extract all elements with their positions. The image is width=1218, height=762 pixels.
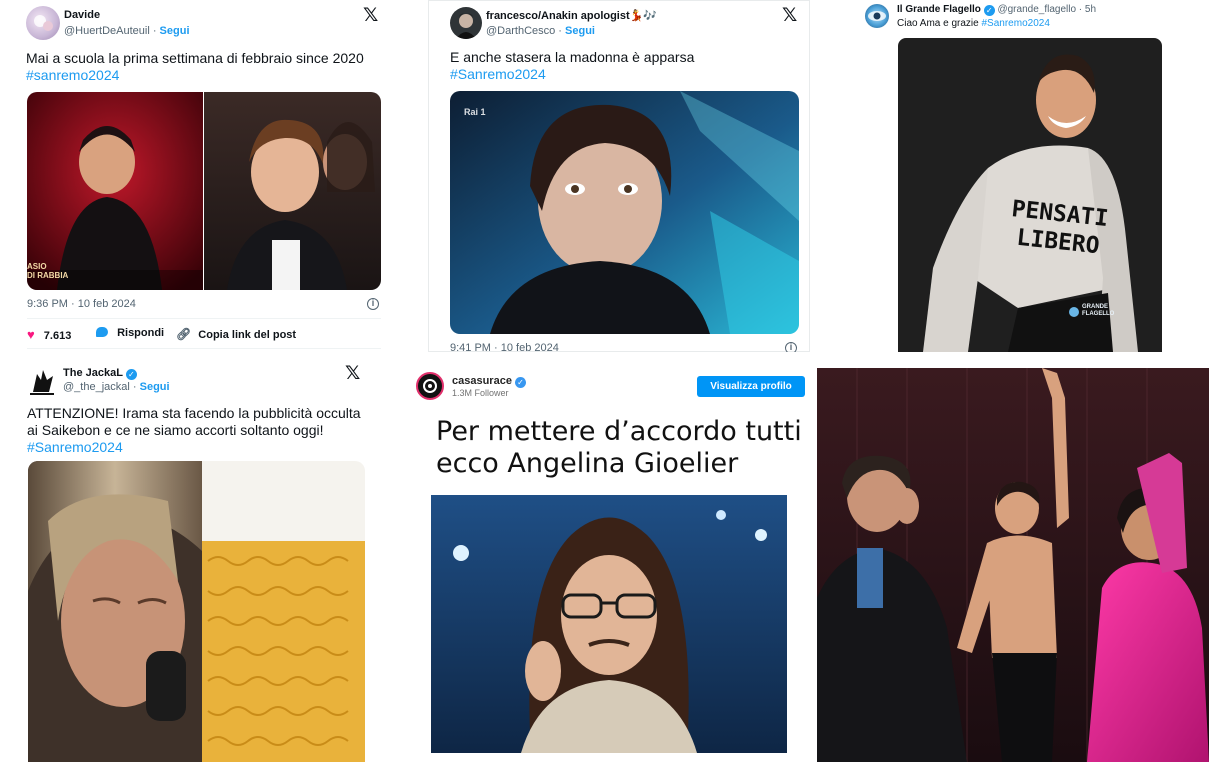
hashtag-link[interactable]: #Sanremo2024 — [450, 66, 546, 82]
verified-badge-icon: ✓ — [515, 377, 527, 388]
follower-count: 1.3M Follower — [452, 388, 509, 398]
follow-button[interactable]: Segui — [565, 25, 595, 37]
view-profile-button[interactable]: Visualizza profilo — [697, 376, 805, 397]
x-logo-icon[interactable]: 𝕏 — [363, 4, 378, 26]
author-handle[interactable]: @DarthCesco — [486, 25, 555, 37]
post-headline: Per mettere d’accordo tutti ecco Angelin… — [436, 416, 802, 480]
heart-icon: ♥ — [27, 327, 35, 342]
tv-channel-logo: Rai 1 — [464, 107, 486, 117]
watermark: GRANDE FLAGELLO — [1082, 304, 1115, 317]
author-handle-line: @_the_jackal · Segui — [63, 381, 170, 393]
divider — [27, 348, 381, 349]
avatar[interactable] — [450, 7, 482, 39]
handle-separator: · — [555, 25, 566, 37]
reply-label: Rispondi — [117, 327, 165, 339]
name-emoji: 💃🎶 — [629, 10, 658, 22]
tweet-card-francesco: francesco/Anakin apologist💃🎶 @DarthCesco… — [428, 0, 810, 352]
headline-line-1: Per mettere d’accordo tutti — [436, 416, 802, 447]
verified-badge-icon: ✓ — [125, 369, 137, 380]
shirt-print: PENSATI LIBERO — [1010, 196, 1110, 260]
hashtag-link[interactable]: #Sanremo2024 — [982, 18, 1050, 29]
author-handle-line: @DarthCesco · Segui — [486, 25, 595, 37]
copy-link-button[interactable]: 🔗︎ Copia link del post — [176, 327, 296, 341]
headline-line-2: ecco Angelina Gioelier — [436, 448, 739, 479]
timestamp[interactable]: 9:36 PM · 10 feb 2024 — [27, 298, 136, 310]
x-logo-icon[interactable]: 𝕏 — [345, 362, 360, 384]
copy-link-label: Copia link del post — [198, 329, 297, 341]
tweet-media[interactable]: ASIO DI RABBIA — [27, 92, 381, 290]
author-name-line: The JackaL ✓ — [63, 367, 137, 380]
hashtag-link[interactable]: #Sanremo2024 — [27, 439, 123, 455]
username[interactable]: casasurace — [452, 375, 512, 387]
tweet-card-grande-flagello: Il Grande Flagello ✓ @grande_flagello · … — [850, 0, 1218, 352]
username-line: casasurace ✓ — [452, 375, 527, 388]
verified-badge-icon: ✓ — [983, 5, 995, 16]
author-handle-line: @HuertDeAuteuil · Segui — [64, 25, 190, 37]
info-icon[interactable]: i — [785, 342, 797, 352]
media-photo-collage — [28, 461, 365, 762]
like-button[interactable]: ♥ 7.613 — [27, 327, 71, 342]
tweet-text: ATTENZIONE! Irama sta facendo la pubblic… — [27, 405, 361, 438]
avatar[interactable] — [865, 4, 889, 28]
media-photo-singer — [431, 495, 787, 753]
tweet-media[interactable]: Rai 1 — [450, 91, 799, 334]
avatar[interactable] — [416, 372, 444, 400]
author-name[interactable]: The JackaL — [63, 367, 123, 379]
link-icon: 🔗︎ — [176, 327, 192, 341]
stage-photo-dancers — [817, 368, 1209, 762]
author-name[interactable]: Il Grande Flagello — [897, 4, 981, 15]
media-photo-singer — [450, 91, 799, 334]
author-name-line: francesco/Anakin apologist💃🎶 — [486, 9, 657, 22]
media-photo-shirt — [898, 38, 1162, 352]
tweet-body: E anche stasera la madonna è apparsa #Sa… — [450, 49, 800, 83]
author-name[interactable]: francesco/Anakin apologist — [486, 10, 630, 22]
author-handle[interactable]: @_the_jackal — [63, 381, 130, 393]
author-handle[interactable]: @grande_flagello · 5h — [997, 4, 1096, 15]
like-count: 7.613 — [43, 330, 72, 342]
divider — [27, 318, 381, 319]
tweet-text: Ciao Ama e grazie — [897, 18, 979, 29]
follow-button[interactable]: Segui — [140, 381, 170, 393]
author-name[interactable]: Davide — [64, 9, 100, 21]
handle-separator: · — [129, 381, 140, 393]
timestamp[interactable]: 9:41 PM · 10 feb 2024 — [450, 342, 559, 352]
stage-photo[interactable] — [817, 368, 1209, 762]
tweet-text: Mai a scuola la prima settimana di febbr… — [26, 50, 364, 66]
post-media[interactable] — [431, 495, 787, 753]
author-line: Il Grande Flagello ✓ @grande_flagello · … — [897, 4, 1096, 16]
handle-separator: · — [149, 25, 160, 37]
x-logo-icon[interactable]: 𝕏 — [782, 4, 797, 26]
tweet-text: E anche stasera la madonna è apparsa — [450, 49, 695, 65]
avatar[interactable] — [27, 366, 57, 396]
follow-button[interactable]: Segui — [160, 25, 190, 37]
tweet-body: Mai a scuola la prima settimana di febbr… — [26, 50, 396, 84]
tweet-card-the-jackal: The JackaL ✓ @_the_jackal · Segui 𝕏 ATTE… — [0, 358, 408, 762]
tweet-media[interactable]: PENSATI LIBERO GRANDE FLAGELLO — [898, 38, 1162, 352]
reply-button[interactable]: Rispondi — [96, 327, 164, 339]
instagram-post-casasurace: casasurace ✓ 1.3M Follower Visualizza pr… — [408, 358, 812, 762]
reply-bubble-icon — [96, 327, 108, 337]
avatar[interactable] — [26, 6, 60, 40]
hashtag-link[interactable]: #sanremo2024 — [26, 67, 119, 83]
tweet-media[interactable] — [28, 461, 365, 762]
media-photo-collage — [27, 92, 381, 290]
image-caption: ASIO DI RABBIA — [27, 262, 69, 280]
tweet-body: Ciao Ama e grazie #Sanremo2024 — [897, 18, 1050, 29]
tweet-body: ATTENZIONE! Irama sta facendo la pubblic… — [27, 405, 372, 456]
author-handle[interactable]: @HuertDeAuteuil — [64, 25, 150, 37]
info-icon[interactable]: i — [367, 298, 379, 310]
tweet-card-davide: Davide @HuertDeAuteuil · Segui 𝕏 Mai a s… — [0, 0, 408, 352]
